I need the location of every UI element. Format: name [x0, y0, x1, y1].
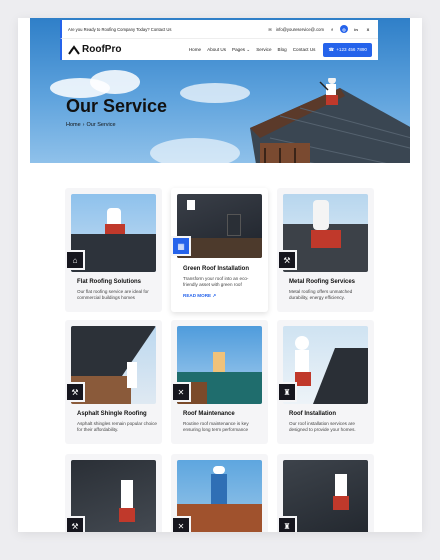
service-badge: ✕ — [171, 516, 191, 532]
service-card[interactable]: ♜ — [277, 454, 374, 532]
breadcrumb-current: Our Service — [86, 122, 116, 128]
facebook-icon[interactable]: f — [328, 25, 336, 33]
service-card-featured[interactable]: ▦ Green Roof Installation Transform your… — [171, 188, 268, 312]
service-desc: Our roof installation services are desig… — [289, 421, 356, 432]
service-card[interactable]: ✕ — [171, 454, 268, 532]
service-card[interactable]: ⌂ Flat Roofing Solutions Our flat roofin… — [65, 188, 162, 312]
service-badge: ♜ — [277, 516, 297, 532]
phone-number: +123 456 7890 — [336, 47, 367, 52]
hero-roof-image — [250, 78, 410, 163]
nav-pages-label: Pages — [232, 46, 246, 52]
chevron-down-icon: ⌄ — [245, 46, 251, 52]
nav-blog[interactable]: Blog — [278, 47, 287, 53]
main-nav: RoofPro Home About Us Pages ⌄ Service Bl… — [60, 38, 378, 60]
service-title: Flat Roofing Solutions — [77, 279, 141, 285]
linkedin-icon[interactable]: in — [352, 25, 360, 33]
breadcrumb-separator: › — [82, 122, 85, 128]
service-title: Roof Installation — [289, 411, 336, 417]
tools-icon: ✕ — [177, 387, 185, 397]
service-card[interactable]: ⚒ Metal Roofing Services Metal roofing o… — [277, 188, 374, 312]
top-bar-tagline: Are you Ready to Roofing Company Today? … — [68, 26, 172, 32]
service-badge: ⚒ — [65, 382, 85, 402]
service-desc: Transform your roof into an eco-friendly… — [183, 276, 249, 287]
mail-icon: ✉ — [268, 26, 272, 32]
breadcrumb-home-link[interactable]: Home — [66, 122, 81, 128]
phone-button[interactable]: ☎ +123 456 7890 — [323, 42, 372, 57]
brand-logo[interactable]: RoofPro — [68, 44, 121, 55]
service-desc: Routine roof maintenance is key ensuring… — [183, 421, 249, 432]
service-badge: ⌂ — [65, 250, 85, 270]
breadcrumb: Home › Our Service — [66, 122, 116, 128]
nav-about[interactable]: About Us — [207, 47, 226, 53]
service-card[interactable]: ⚒ Asphalt Shingle Roofing Asphalt shingl… — [65, 320, 162, 444]
nav-contact[interactable]: Contact Us — [293, 47, 316, 53]
service-card[interactable]: ✕ Roof Maintenance Routine roof maintena… — [171, 320, 268, 444]
building-icon: ▦ — [177, 241, 185, 251]
tool-icon: ⚒ — [71, 521, 79, 531]
roof-tool-icon: ⌂ — [72, 255, 78, 265]
hammer-icon: ⚒ — [71, 387, 79, 397]
service-title: Green Roof Installation — [183, 266, 250, 272]
roof-logo-icon — [68, 44, 80, 55]
service-card[interactable]: ♜ Roof Installation Our roof installatio… — [277, 320, 374, 444]
nav-pages[interactable]: Pages ⌄ — [232, 47, 250, 53]
service-desc: Asphalt shingles remain popular choice f… — [77, 421, 157, 432]
service-title: Metal Roofing Services — [289, 279, 356, 285]
hard-hat-icon: ♜ — [283, 387, 291, 397]
service-desc: Our flat roofing service are ideal for c… — [77, 289, 149, 300]
phone-icon: ☎ — [328, 46, 335, 52]
brand-name: RoofPro — [82, 44, 122, 55]
nav-home[interactable]: Home — [189, 47, 201, 53]
page: Our Service Home › Our Service Are you R… — [18, 18, 422, 532]
service-badge: ♜ — [277, 382, 297, 402]
roofing-icon: ♜ — [283, 521, 291, 531]
read-more-link[interactable]: READ MORE ↗ — [183, 293, 216, 299]
top-bar-email[interactable]: info@youreservice@.com — [276, 27, 324, 32]
page-title: Our Service — [66, 96, 168, 116]
service-badge: ✕ — [171, 382, 191, 402]
service-card[interactable]: ⚒ — [65, 454, 162, 532]
service-badge: ⚒ — [65, 516, 85, 532]
x-icon[interactable]: X — [364, 25, 372, 33]
service-title: Asphalt Shingle Roofing — [77, 411, 147, 417]
crossed-tools-icon: ✕ — [177, 521, 185, 531]
service-badge: ⚒ — [277, 250, 297, 270]
instagram-icon[interactable]: ◎ — [340, 25, 348, 33]
shovel-icon: ⚒ — [283, 255, 291, 265]
service-badge: ▦ — [171, 236, 191, 256]
nav-service[interactable]: Service — [256, 47, 271, 53]
top-bar: Are you Ready to Roofing Company Today? … — [60, 20, 378, 38]
service-desc: Metal roofing offers unmatched durabilit… — [289, 289, 353, 300]
service-title: Roof Maintenance — [183, 411, 235, 417]
